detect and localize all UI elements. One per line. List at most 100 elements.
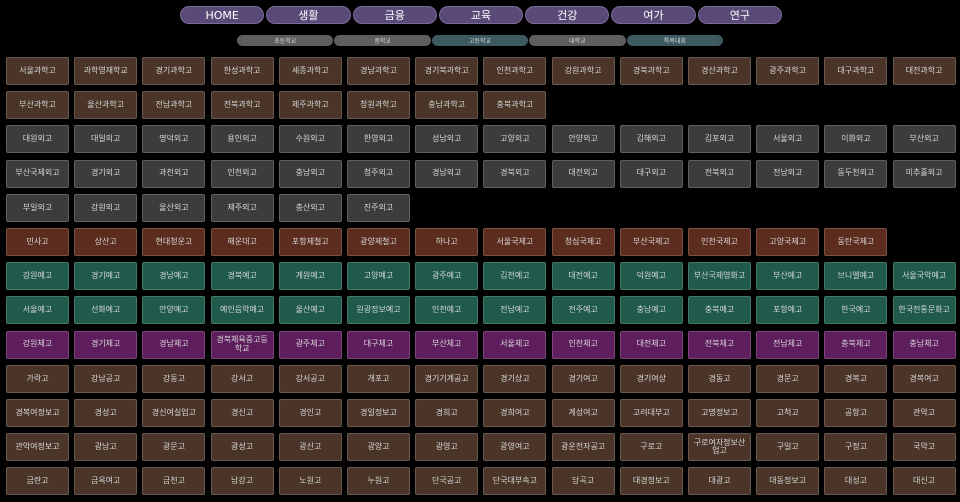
school-button[interactable]: 부산체고 bbox=[415, 330, 479, 359]
school-button[interactable]: 대신고 bbox=[892, 467, 956, 496]
school-button[interactable]: 안양예고 bbox=[142, 296, 206, 325]
school-button[interactable]: 현대청운고 bbox=[142, 228, 206, 256]
school-button[interactable]: 부산과학고 bbox=[6, 91, 69, 120]
school-button[interactable]: 개포고 bbox=[347, 364, 410, 393]
school-button[interactable]: 구일고 bbox=[756, 433, 820, 462]
school-button[interactable]: 세종과학고 bbox=[278, 57, 342, 85]
nav-button[interactable]: 교육 bbox=[438, 6, 524, 24]
school-button[interactable]: 안양외고 bbox=[551, 125, 615, 154]
school-button[interactable]: 충남과학고 bbox=[415, 91, 479, 120]
school-button[interactable]: 남강고 bbox=[210, 467, 274, 496]
school-button[interactable]: 명덕외고 bbox=[142, 125, 206, 154]
school-button[interactable]: 창원과학고 bbox=[347, 91, 410, 120]
school-button[interactable]: 경남과학고 bbox=[347, 57, 410, 85]
school-button[interactable]: 강서공고 bbox=[278, 364, 342, 393]
school-button[interactable]: 청주외고 bbox=[347, 159, 410, 188]
school-button[interactable]: 대구체고 bbox=[347, 330, 410, 359]
school-button[interactable]: 금천고 bbox=[142, 467, 206, 496]
school-button[interactable]: 인천예고 bbox=[415, 296, 479, 325]
school-button[interactable]: 고양외고 bbox=[483, 125, 547, 154]
school-button[interactable]: 대성고 bbox=[824, 467, 888, 496]
school-button[interactable]: 전북과학고 bbox=[210, 91, 274, 120]
school-button[interactable]: 부일외고 bbox=[6, 193, 69, 222]
subnav-button[interactable]: 대학교 bbox=[529, 35, 626, 46]
school-button[interactable]: 과천외고 bbox=[142, 159, 206, 188]
school-button[interactable]: 대동정보고 bbox=[756, 467, 820, 496]
school-button[interactable]: 충북과학고 bbox=[483, 91, 547, 120]
school-button[interactable]: 경기외고 bbox=[74, 159, 138, 188]
school-button[interactable]: 울산예고 bbox=[278, 296, 342, 325]
school-button[interactable]: 전주예고 bbox=[551, 296, 615, 325]
school-button[interactable]: 대전외고 bbox=[551, 159, 615, 188]
school-button[interactable]: 광남고 bbox=[74, 433, 138, 462]
school-button[interactable]: 한국예고 bbox=[824, 296, 888, 325]
school-button[interactable]: 경복여정보고 bbox=[6, 399, 69, 427]
school-button[interactable]: 경성고 bbox=[74, 399, 138, 427]
school-button[interactable]: 민사고 bbox=[6, 228, 69, 256]
school-button[interactable]: 광신고 bbox=[278, 433, 342, 462]
school-button[interactable]: 전남예고 bbox=[483, 296, 547, 325]
school-button[interactable]: 경동고 bbox=[688, 364, 751, 393]
school-button[interactable]: 김포외고 bbox=[688, 125, 751, 154]
school-button[interactable]: 한영외고 bbox=[347, 125, 410, 154]
school-button[interactable]: 포항제철고 bbox=[278, 228, 342, 256]
school-button[interactable]: 광운전자공고 bbox=[551, 433, 615, 462]
school-button[interactable]: 대전과학고 bbox=[892, 57, 956, 85]
school-button[interactable]: 한국전통문화고 bbox=[892, 296, 956, 325]
school-button[interactable]: 강동고 bbox=[142, 364, 206, 393]
school-button[interactable]: 포항예고 bbox=[756, 296, 820, 325]
school-button[interactable]: 인천과학고 bbox=[483, 57, 547, 85]
school-button[interactable]: 대전예고 bbox=[551, 262, 615, 291]
school-button[interactable]: 관악여정보고 bbox=[6, 433, 69, 462]
school-button[interactable]: 계원예고 bbox=[278, 262, 342, 291]
school-button[interactable]: 경북예고 bbox=[210, 262, 274, 291]
school-button[interactable]: 김천예고 bbox=[483, 262, 547, 291]
school-button[interactable]: 한성과학고 bbox=[210, 57, 274, 85]
school-button[interactable]: 단국대부속고 bbox=[483, 467, 547, 496]
school-button[interactable]: 서울예고 bbox=[6, 296, 69, 325]
school-button[interactable]: 미추홀외고 bbox=[892, 159, 956, 188]
school-button[interactable]: 충산외고 bbox=[278, 193, 342, 222]
school-button[interactable]: 대경정보고 bbox=[619, 467, 683, 496]
school-button[interactable]: 구로고 bbox=[619, 433, 683, 462]
school-button[interactable]: 강남공고 bbox=[74, 364, 138, 393]
school-button[interactable]: 대원외고 bbox=[6, 125, 69, 154]
school-button[interactable]: 광주예고 bbox=[415, 262, 479, 291]
nav-button[interactable]: 생활 bbox=[266, 6, 351, 24]
subnav-button[interactable]: 고등학교 bbox=[431, 35, 529, 46]
nav-button[interactable]: 금융 bbox=[352, 6, 437, 24]
school-button[interactable]: 인천체고 bbox=[551, 330, 615, 359]
school-button[interactable]: 덕원예고 bbox=[619, 262, 683, 291]
school-button[interactable]: 서울체고 bbox=[483, 330, 547, 359]
school-button[interactable]: 구로여자정보산업고 bbox=[688, 433, 751, 462]
school-button[interactable]: 서울과학고 bbox=[6, 57, 69, 85]
school-button[interactable]: 전남외고 bbox=[756, 159, 820, 188]
school-button[interactable]: 경기여상 bbox=[619, 364, 683, 393]
school-button[interactable]: 공항고 bbox=[824, 399, 888, 427]
school-button[interactable]: 경남예고 bbox=[142, 262, 206, 291]
school-button[interactable]: 예인음악예고 bbox=[210, 296, 274, 325]
school-button[interactable]: 인천국제고 bbox=[688, 228, 751, 256]
school-button[interactable]: 경산과학고 bbox=[688, 57, 751, 85]
school-button[interactable]: 서울국악예고 bbox=[892, 262, 956, 291]
school-button[interactable]: 강서고 bbox=[210, 364, 274, 393]
school-button[interactable]: 관악고 bbox=[892, 399, 956, 427]
school-button[interactable]: 울산외고 bbox=[142, 193, 206, 222]
school-button[interactable]: 광양제철고 bbox=[347, 228, 410, 256]
school-button[interactable]: 광영고 bbox=[415, 433, 479, 462]
school-button[interactable]: 서울외고 bbox=[756, 125, 820, 154]
school-button[interactable]: 해운대고 bbox=[210, 228, 274, 256]
school-button[interactable]: 청심국제고 bbox=[551, 228, 615, 256]
school-button[interactable]: 선화예고 bbox=[74, 296, 138, 325]
nav-button[interactable]: 연구 bbox=[697, 6, 782, 24]
school-button[interactable]: 용인외고 bbox=[210, 125, 274, 154]
school-button[interactable]: 경복고 bbox=[824, 364, 888, 393]
school-button[interactable]: 경희여고 bbox=[483, 399, 547, 427]
school-button[interactable]: 경북과학고 bbox=[619, 57, 683, 85]
school-button[interactable]: 강원외고 bbox=[74, 193, 138, 222]
school-button[interactable]: 고척고 bbox=[756, 399, 820, 427]
school-button[interactable]: 경인고 bbox=[278, 399, 342, 427]
school-button[interactable]: 금옥여고 bbox=[74, 467, 138, 496]
subnav-button[interactable]: 특목대회 bbox=[626, 35, 724, 46]
school-button[interactable]: 경남체고 bbox=[142, 330, 206, 359]
